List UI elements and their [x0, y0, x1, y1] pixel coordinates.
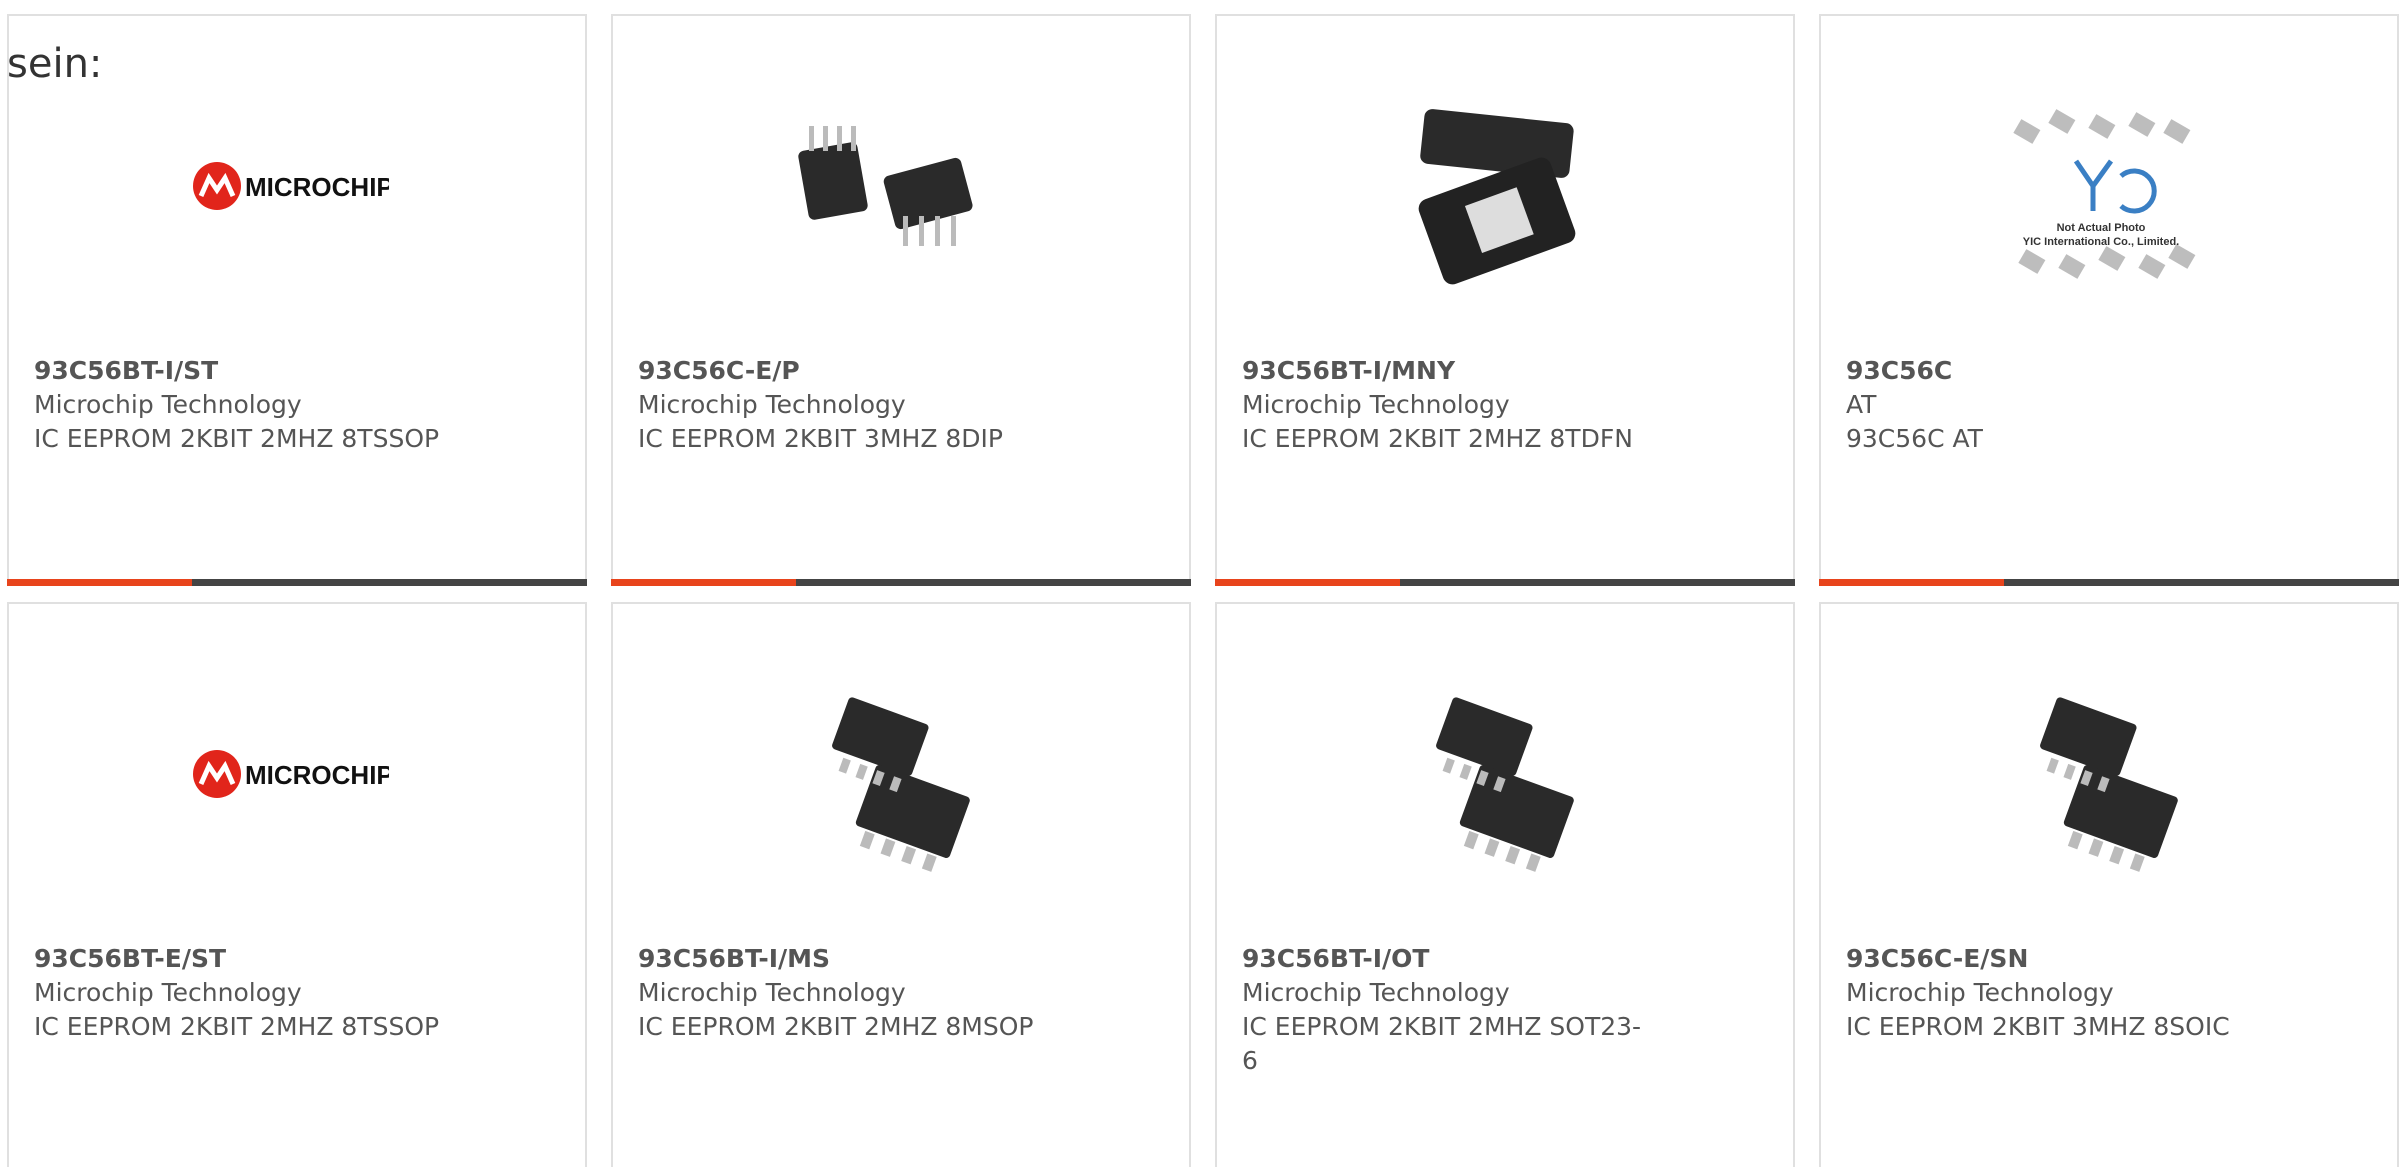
product-part-number[interactable]: 93C56C-E/P: [638, 354, 1088, 388]
tdfn-chip-icon: [1418, 109, 1576, 285]
product-card[interactable]: MICROCHIP 93C56BT-E/ST Microchip Technolog…: [7, 602, 587, 1167]
product-card[interactable]: 93C56C-E/SN Microchip Technology IC EEPROM…: [1819, 602, 2399, 1167]
product-card[interactable]: 93C56C-E/P Microchip Technology IC EEPROM …: [611, 14, 1191, 586]
product-info: 93C56C AT 93C56C AT: [1846, 354, 2296, 456]
product-description: IC EEPROM 2KBIT 2MHZ 8TDFN: [1242, 424, 1633, 453]
product-card[interactable]: MICROCHIP 93C56BT-I/ST Microchip Technolog…: [7, 14, 587, 586]
product-card[interactable]: 93C56BT-I/OT Microchip Technology IC EEPRO…: [1215, 602, 1795, 1167]
product-manufacturer: Microchip Technology: [1242, 978, 1510, 1007]
product-image[interactable]: Not Actual Photo YIC International Co., L…: [2001, 86, 2201, 286]
card-bottom-bar: [611, 579, 1191, 586]
product-image[interactable]: [2001, 674, 2201, 874]
product-part-number[interactable]: 93C56BT-I/MNY: [1242, 354, 1692, 388]
card-accent-bar: [7, 579, 192, 586]
image-caption: YIC International Co., Limited.: [2023, 236, 2179, 248]
product-card[interactable]: 93C56BT-I/MNY Microchip Technology IC EEPR…: [1215, 14, 1795, 586]
product-manufacturer: Microchip Technology: [34, 978, 302, 1007]
logo-text: MICROCHIP: [245, 172, 389, 202]
product-card[interactable]: 93C56BT-I/MS Microchip Technology IC EEPRO…: [611, 602, 1191, 1167]
product-info: 93C56BT-I/MNY Microchip Technology IC EEPR…: [1242, 354, 1692, 456]
card-bottom-bar: [1215, 579, 1795, 586]
image-caption: Not Actual Photo: [2057, 222, 2146, 234]
card-bottom-bar: [7, 579, 587, 586]
product-manufacturer: Microchip Technology: [638, 390, 906, 419]
card-bottom-bar: [1819, 579, 2399, 586]
product-manufacturer: Microchip Technology: [34, 390, 302, 419]
product-manufacturer: Microchip Technology: [638, 978, 906, 1007]
product-part-number[interactable]: 93C56C-E/SN: [1846, 942, 2296, 976]
product-image[interactable]: [793, 674, 993, 874]
product-image[interactable]: [793, 86, 993, 286]
product-image[interactable]: [1397, 674, 1597, 874]
product-description: IC EEPROM 2KBIT 2MHZ 8TSSOP: [34, 424, 440, 453]
product-part-number[interactable]: 93C56BT-E/ST: [34, 942, 484, 976]
product-info: 93C56BT-E/ST Microchip Technology IC EEPRO…: [34, 942, 484, 1044]
product-part-number[interactable]: 93C56BT-I/MS: [638, 942, 1088, 976]
product-info: 93C56BT-I/MS Microchip Technology IC EEPRO…: [638, 942, 1088, 1044]
msop-chip-icon: [832, 697, 970, 872]
product-part-number[interactable]: 93C56BT-I/ST: [34, 354, 484, 388]
product-grid: MICROCHIP 93C56BT-I/ST Microchip Technolog…: [7, 14, 2399, 1167]
soic-chip-icon: [2040, 697, 2178, 872]
product-card[interactable]: Not Actual Photo YIC International Co., L…: [1819, 14, 2399, 586]
product-manufacturer: Microchip Technology: [1846, 978, 2114, 1007]
product-manufacturer: Microchip Technology: [1242, 390, 1510, 419]
product-description: IC EEPROM 2KBIT 3MHZ 8DIP: [638, 424, 1004, 453]
intro-text: sein:: [7, 41, 103, 87]
product-description: IC EEPROM 2KBIT 3MHZ 8SOIC: [1846, 1012, 2230, 1041]
microchip-logo-icon: MICROCHIP: [193, 162, 389, 210]
product-part-number[interactable]: 93C56BT-I/OT: [1242, 942, 1692, 976]
product-info: 93C56C-E/P Microchip Technology IC EEPROM …: [638, 354, 1088, 456]
product-image[interactable]: [1397, 86, 1597, 286]
product-info: 93C56C-E/SN Microchip Technology IC EEPROM…: [1846, 942, 2296, 1044]
microchip-logo-icon: MICROCHIP: [193, 750, 389, 798]
product-manufacturer: AT: [1846, 390, 1877, 419]
product-info: 93C56BT-I/ST Microchip Technology IC EEPRO…: [34, 354, 484, 456]
logo-text: MICROCHIP: [245, 760, 389, 790]
product-part-number[interactable]: 93C56C: [1846, 354, 2296, 388]
card-accent-bar: [1819, 579, 2004, 586]
sot23-chip-icon: [1436, 697, 1574, 872]
product-info: 93C56BT-I/OT Microchip Technology IC EEPRO…: [1242, 942, 1692, 1078]
card-accent-bar: [611, 579, 796, 586]
product-description: IC EEPROM 2KBIT 2MHZ SOT23- 6: [1242, 1012, 1642, 1075]
product-grid-page: sein: MICROCHIP 93C56BT-I/ST Microchip Tec…: [0, 0, 2400, 1167]
dip-chip-icon: [798, 126, 973, 246]
product-description: IC EEPROM 2KBIT 2MHZ 8TSSOP: [34, 1012, 440, 1041]
card-accent-bar: [1215, 579, 1400, 586]
product-description: IC EEPROM 2KBIT 2MHZ 8MSOP: [638, 1012, 1034, 1041]
product-description: 93C56C AT: [1846, 424, 1983, 453]
product-image[interactable]: MICROCHIP: [189, 674, 389, 874]
product-image[interactable]: MICROCHIP: [189, 86, 389, 286]
yic-placeholder-icon: Not Actual Photo YIC International Co., L…: [2013, 109, 2196, 279]
